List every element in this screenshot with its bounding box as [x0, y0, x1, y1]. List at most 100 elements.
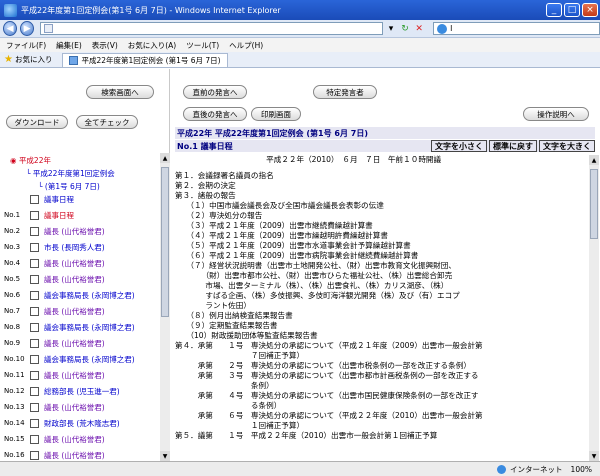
download-button[interactable]: ダウンロード	[6, 115, 68, 129]
item-checkbox[interactable]	[30, 210, 39, 220]
list-item[interactable]: No.5 議長 (山代裕誉君)	[0, 271, 160, 287]
back-icon[interactable]: ◀	[3, 21, 18, 36]
list-item[interactable]: No.9 議長 (山代裕誉君)	[0, 335, 160, 351]
item-checkbox[interactable]	[30, 226, 39, 236]
next-speaker-button[interactable]: 直後の発言へ	[183, 107, 247, 121]
font-larger-button[interactable]: 文字を大きく	[539, 140, 595, 152]
list-item[interactable]: No.10 議会事務局長 (永岡博之君)	[0, 351, 160, 367]
window-titlebar: 平成22年度第1回定例会(第1号 6月 7日) - Windows Intern…	[0, 0, 600, 20]
search-screen-button[interactable]: 検索画面へ	[86, 85, 154, 99]
print-button[interactable]: 印刷画面	[251, 107, 301, 121]
tree-session[interactable]: └ 平成22年度第1回定例会	[26, 168, 115, 179]
close-button[interactable]: ×	[582, 3, 598, 17]
check-all-button[interactable]: 全てチェック	[76, 115, 138, 129]
item-checkbox[interactable]	[30, 242, 39, 252]
minimize-button[interactable]: _	[546, 3, 562, 17]
menu-favorites[interactable]: お気に入り(A)	[128, 40, 176, 51]
item-checkbox[interactable]	[30, 274, 39, 284]
item-checkbox[interactable]	[30, 354, 39, 364]
page-icon	[69, 55, 79, 65]
list-item[interactable]: No.13 議長 (山代裕誉君)	[0, 399, 160, 415]
favorites-button[interactable]: ★ お気に入り	[4, 54, 52, 65]
item-checkbox[interactable]	[30, 434, 39, 444]
item-label[interactable]: 市長 (長岡秀人君)	[44, 242, 105, 253]
font-smaller-button[interactable]: 文字を小さく	[431, 140, 487, 152]
prev-speaker-button[interactable]: 直前の発言へ	[183, 85, 247, 99]
item-checkbox[interactable]	[30, 194, 39, 204]
help-button[interactable]: 操作説明へ	[523, 107, 589, 121]
list-item[interactable]: No.16 議長 (山代裕誉君)	[0, 447, 160, 461]
menu-help[interactable]: ヘルプ(H)	[229, 40, 263, 51]
menu-file[interactable]: ファイル(F)	[6, 40, 46, 51]
list-item[interactable]: No.6 議会事務局長 (永岡博之君)	[0, 287, 160, 303]
item-label[interactable]: 議会事務局長 (永岡博之君)	[44, 290, 135, 301]
item-label[interactable]: 議長 (山代裕誉君)	[44, 450, 105, 461]
item-checkbox[interactable]	[30, 418, 39, 428]
item-label[interactable]: 議長 (山代裕誉君)	[44, 274, 105, 285]
tree-root[interactable]: ◉ 平成22年	[10, 155, 51, 166]
item-label[interactable]: 議事日程	[44, 210, 74, 221]
font-reset-button[interactable]: 標準に戻す	[489, 140, 537, 152]
menu-bar: ファイル(F) 編集(E) 表示(V) お気に入り(A) ツール(T) ヘルプ(…	[0, 38, 600, 52]
refresh-icon[interactable]: ↻	[399, 22, 411, 35]
scroll-down-icon[interactable]: ▼	[589, 451, 599, 461]
item-checkbox[interactable]	[30, 386, 39, 396]
search-field[interactable]: l	[433, 22, 600, 35]
list-item[interactable]: No.15 議長 (山代裕誉君)	[0, 431, 160, 447]
item-label[interactable]: 総務部長 (児玉進一君)	[44, 386, 120, 397]
list-item[interactable]: No.14 財政部長 (荒木隆志君)	[0, 415, 160, 431]
item-checkbox[interactable]	[30, 370, 39, 380]
list-item[interactable]: No.11 議長 (山代裕誉君)	[0, 367, 160, 383]
zoom-level[interactable]: 100%	[571, 465, 592, 474]
list-item[interactable]: No.12 総務部長 (児玉進一君)	[0, 383, 160, 399]
list-item[interactable]: No.4 議長 (山代裕誉君)	[0, 255, 160, 271]
item-label[interactable]: 議事日程	[44, 194, 74, 205]
right-scrollbar[interactable]: ▲ ▼	[589, 155, 599, 461]
item-label[interactable]: 議長 (山代裕誉君)	[44, 402, 105, 413]
scroll-up-icon[interactable]: ▲	[589, 155, 599, 165]
scroll-up-icon[interactable]: ▲	[160, 153, 170, 163]
doc-line: （１）中国市議会議長会及び全国市議会議長会表彰の伝達	[175, 201, 384, 210]
item-label[interactable]: 議長 (山代裕誉君)	[44, 258, 105, 269]
dropdown-icon[interactable]: ▾	[385, 22, 397, 35]
list-item[interactable]: No.2 議長 (山代裕誉君)	[0, 223, 160, 239]
list-item[interactable]: No.3 市長 (長岡秀人君)	[0, 239, 160, 255]
item-checkbox[interactable]	[30, 306, 39, 316]
doc-line: （７）経営状況説明書（出雲市土地開発公社、（財）出雲市教育文化振興財団、	[175, 261, 456, 270]
item-label[interactable]: 議長 (山代裕誉君)	[44, 370, 105, 381]
specific-speaker-button[interactable]: 特定発言者	[313, 85, 377, 99]
tree-root-icon: ◉	[10, 156, 17, 165]
item-checkbox[interactable]	[30, 322, 39, 332]
item-checkbox[interactable]	[30, 338, 39, 348]
item-checkbox[interactable]	[30, 450, 39, 460]
scroll-thumb[interactable]	[590, 169, 598, 239]
doc-line: （３）平成２１年度（2009）出雲市継続費繰越計算書	[175, 221, 373, 230]
url-field[interactable]	[40, 22, 383, 35]
list-item[interactable]: No.7 議長 (山代裕誉君)	[0, 303, 160, 319]
item-checkbox[interactable]	[30, 258, 39, 268]
list-item[interactable]: No.8 議会事務局長 (永岡博之君)	[0, 319, 160, 335]
menu-edit[interactable]: 編集(E)	[56, 40, 82, 51]
maximize-button[interactable]: □	[564, 3, 580, 17]
item-label[interactable]: 財政部長 (荒木隆志君)	[44, 418, 120, 429]
item-number: No.13	[4, 403, 25, 411]
item-label[interactable]: 議会事務局長 (永岡博之君)	[44, 322, 135, 333]
item-label[interactable]: 議長 (山代裕誉君)	[44, 434, 105, 445]
left-scrollbar[interactable]: ▲ ▼	[160, 153, 170, 461]
scroll-down-icon[interactable]: ▼	[160, 451, 170, 461]
menu-view[interactable]: 表示(V)	[92, 40, 118, 51]
forward-icon[interactable]: ▶	[20, 21, 35, 36]
item-header: No.1 議事日程 文字を小さく 標準に戻す 文字を大きく	[175, 140, 595, 152]
scroll-thumb[interactable]	[161, 167, 169, 317]
item-label[interactable]: 議長 (山代裕誉君)	[44, 338, 105, 349]
list-item[interactable]: No.1 議事日程	[0, 207, 160, 223]
item-label[interactable]: 議会事務局長 (永岡博之君)	[44, 354, 135, 365]
item-label[interactable]: 議長 (山代裕誉君)	[44, 306, 105, 317]
item-label[interactable]: 議長 (山代裕誉君)	[44, 226, 105, 237]
item-checkbox[interactable]	[30, 290, 39, 300]
menu-tools[interactable]: ツール(T)	[186, 40, 219, 51]
list-item[interactable]: 議事日程	[0, 191, 160, 207]
stop-icon[interactable]: ✕	[413, 22, 425, 35]
item-checkbox[interactable]	[30, 402, 39, 412]
tab-current[interactable]: 平成22年度第1回定例会 (第1号 6月 7日)	[62, 52, 228, 67]
